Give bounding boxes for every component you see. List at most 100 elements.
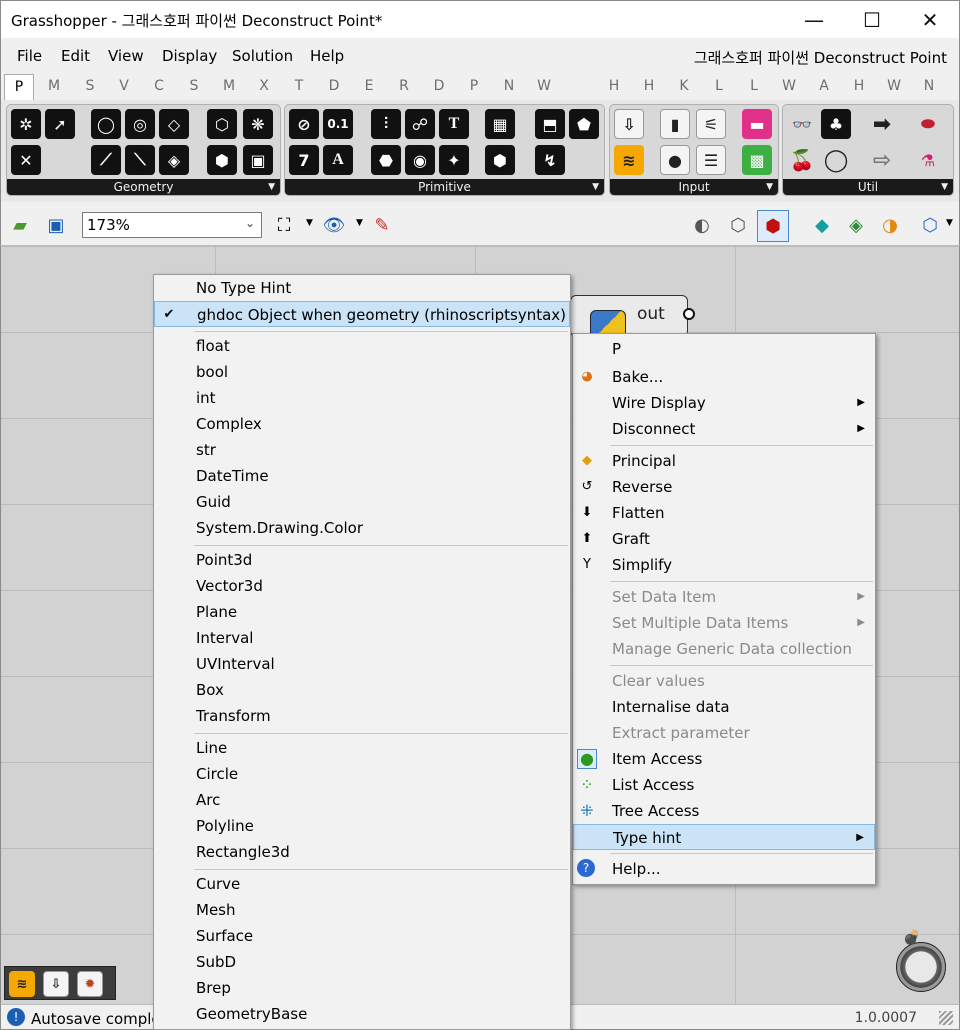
tab-n2[interactable]: N <box>919 78 939 94</box>
data-param-icon[interactable]: ▦ <box>485 109 515 139</box>
type-complex[interactable]: Complex <box>154 411 570 437</box>
toggle-input-icon[interactable]: ▮ <box>660 109 690 139</box>
sketch-pen-icon[interactable]: ✎ <box>369 212 395 238</box>
type-int[interactable]: int <box>154 385 570 411</box>
menu-item-flatten[interactable]: ⬇ Flatten <box>573 500 875 526</box>
domain-param-icon[interactable]: ⫶ <box>371 109 401 139</box>
tab-display[interactable]: D <box>324 78 344 94</box>
menu-display[interactable]: Display <box>162 47 217 65</box>
menu-item-list-access[interactable]: ⁘ List Access <box>573 772 875 798</box>
menu-item-internalise-data[interactable]: Internalise data <box>573 694 875 720</box>
selected-preview-icon[interactable]: ◆ <box>809 212 835 238</box>
type-brep[interactable]: Brep <box>154 975 570 1001</box>
tab-maths[interactable]: M <box>44 78 64 94</box>
type-float[interactable]: float <box>154 333 570 359</box>
python-component[interactable] <box>570 295 688 337</box>
cube-param-icon[interactable]: ⬣ <box>371 145 401 175</box>
chevron-down-icon[interactable]: ▼ <box>356 218 363 228</box>
eye-icon[interactable]: 👁 <box>321 212 347 238</box>
menu-item-type-hint[interactable]: Type hint ▶ <box>573 824 875 850</box>
tab-r[interactable]: R <box>394 78 414 94</box>
field-param-icon[interactable]: ↯ <box>535 145 565 175</box>
menu-help[interactable]: Help <box>310 47 344 65</box>
shaded-preview-icon[interactable]: ⬢ <box>757 210 789 242</box>
tab-w2[interactable]: W <box>779 78 799 94</box>
type-mesh[interactable]: Mesh <box>154 897 570 923</box>
menu-item-item-access[interactable]: ● Item Access <box>573 746 875 772</box>
transform-param-icon[interactable]: ✦ <box>439 145 469 175</box>
open-file-icon[interactable]: ▰ <box>7 212 33 238</box>
menu-item-wire-display[interactable]: Wire Display ▶ <box>573 390 875 416</box>
chevron-down-icon[interactable]: ⌄ <box>245 216 255 230</box>
cluster-icon[interactable]: ⬬ <box>913 109 943 139</box>
preview-off-icon[interactable]: ◐ <box>689 212 715 238</box>
menu-item-param-name[interactable]: P <box>573 336 875 362</box>
output-grip[interactable] <box>683 308 695 320</box>
type-no-hint[interactable]: No Type Hint <box>154 275 570 301</box>
menu-file[interactable]: File <box>17 47 42 65</box>
plane-param-icon[interactable]: ◈ <box>159 145 189 175</box>
menu-item-principal[interactable]: ◆ Principal <box>573 448 875 474</box>
arrow-param-icon[interactable]: ➚ <box>45 109 75 139</box>
flask-icon[interactable]: ⚗ <box>913 145 943 175</box>
chevron-down-icon[interactable]: ▼ <box>766 179 773 195</box>
value-list-icon[interactable]: ⚟ <box>696 109 726 139</box>
glasses-icon[interactable]: 👓 <box>787 109 817 139</box>
box-param-icon[interactable]: ⬡ <box>207 109 237 139</box>
tab-intersect[interactable]: X <box>254 78 274 94</box>
type-datetime[interactable]: DateTime <box>154 463 570 489</box>
type-surface[interactable]: Surface <box>154 923 570 949</box>
menu-item-disconnect[interactable]: Disconnect ▶ <box>573 416 875 442</box>
tab-curve[interactable]: C <box>149 78 169 94</box>
tab-h2[interactable]: H <box>639 78 659 94</box>
brep-param-icon[interactable]: ⬢ <box>207 145 237 175</box>
text-param-icon[interactable]: T <box>439 109 469 139</box>
zoom-extents-icon[interactable]: ⛶ <box>271 212 297 238</box>
arrow-right-icon[interactable]: ➡ <box>867 109 897 139</box>
menu-item-simplify[interactable]: Y Simplify <box>573 552 875 578</box>
menu-item-help[interactable]: ? Help... <box>573 856 875 882</box>
tab-sets[interactable]: S <box>80 78 100 94</box>
chevron-down-icon[interactable]: ▼ <box>941 179 948 195</box>
graph-mapper-icon[interactable]: ≋ <box>9 971 35 997</box>
file-path-icon[interactable]: ⬒ <box>535 109 565 139</box>
menu-item-tree-access[interactable]: ⁜ Tree Access <box>573 798 875 824</box>
digit-scroller-icon[interactable]: ● <box>660 145 690 175</box>
tab-k[interactable]: K <box>674 78 694 94</box>
tab-e[interactable]: E <box>359 78 379 94</box>
gradient-icon[interactable]: ▩ <box>742 145 772 175</box>
path-param-icon[interactable]: ☍ <box>405 109 435 139</box>
type-geometrybase[interactable]: GeometryBase <box>154 1001 570 1027</box>
wireframe-preview-icon[interactable]: ⬡ <box>725 212 751 238</box>
type-str[interactable]: str <box>154 437 570 463</box>
point-param-icon[interactable]: ✕ <box>11 145 41 175</box>
boolean-param-icon[interactable]: ⊘ <box>289 109 319 139</box>
button-input-icon[interactable]: ⇩ <box>614 109 644 139</box>
line-param-icon[interactable]: ⟍ <box>125 145 155 175</box>
graph-mapper-icon[interactable]: ≋ <box>614 145 644 175</box>
material-icon[interactable]: ⬡ <box>917 212 943 238</box>
tab-mesh[interactable]: M <box>219 78 239 94</box>
type-arc[interactable]: Arc <box>154 787 570 813</box>
tab-vector[interactable]: V <box>114 78 134 94</box>
tab-n[interactable]: N <box>499 78 519 94</box>
close-button[interactable]: ✕ <box>901 1 959 39</box>
preview-mesh-icon[interactable]: ◈ <box>843 212 869 238</box>
tab-l2[interactable]: L <box>744 78 764 94</box>
surface-param-icon[interactable]: ◇ <box>159 109 189 139</box>
minimize-button[interactable]: — <box>785 1 843 39</box>
menu-item-bake[interactable]: ◕ Bake... <box>573 364 875 390</box>
tab-transform[interactable]: T <box>289 78 309 94</box>
string-param-icon[interactable]: A <box>323 145 353 175</box>
mesh-param-icon[interactable]: ❋ <box>243 109 273 139</box>
type-curve[interactable]: Curve <box>154 871 570 897</box>
type-uvinterval[interactable]: UVInterval <box>154 651 570 677</box>
maximize-button[interactable]: ☐ <box>843 1 901 39</box>
matrix-param-icon[interactable]: ⬢ <box>485 145 515 175</box>
menu-view[interactable]: View <box>108 47 144 65</box>
curve-param-icon[interactable]: ⟋ <box>91 145 121 175</box>
button-input-icon[interactable]: ⇩ <box>43 971 69 997</box>
tab-d[interactable]: D <box>429 78 449 94</box>
type-polyline[interactable]: Polyline <box>154 813 570 839</box>
menu-solution[interactable]: Solution <box>232 47 293 65</box>
